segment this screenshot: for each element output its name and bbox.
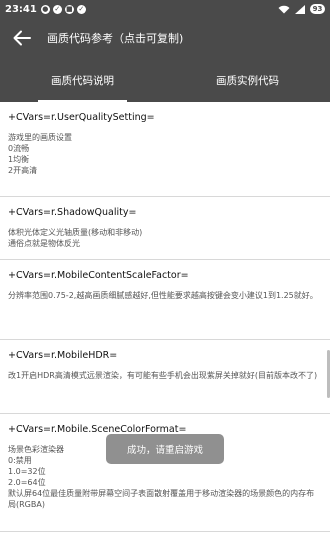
list-item[interactable]: +CVars=r.MobileHDR= 改1开启HDR高清模式远景渲染，有可能有…: [0, 340, 330, 414]
back-button[interactable]: [0, 18, 44, 58]
tab-code-examples[interactable]: 画质实例代码: [165, 58, 330, 102]
cvar-code: +CVars=r.UserQualitySetting=: [8, 112, 155, 123]
list-item[interactable]: +CVars=r.MobileContentScaleFactor= 分辨率范围…: [0, 260, 330, 340]
list-item[interactable]: +CVars=r.ShadowQuality= 体积光体定义光轴质量(移动和非移…: [0, 197, 330, 260]
cvar-description: 体积光体定义光轴质量(移动和非移动) 通俗点就是物体反光: [8, 228, 143, 248]
tab-bar: 画质代码说明 画质实例代码: [0, 58, 330, 102]
app-bar: 画质代码参考（点击可复制): [0, 18, 330, 58]
cvar-code: +CVars=r.MobileHDR=: [8, 350, 118, 361]
notification-icon: ■: [64, 4, 74, 14]
cvar-list[interactable]: +CVars=r.UserQualitySetting= 游戏里的画质设置 0流…: [0, 102, 330, 550]
tab-label: 画质代码说明: [51, 74, 114, 87]
tab-code-description[interactable]: 画质代码说明: [0, 58, 165, 102]
back-arrow-icon: [13, 30, 31, 46]
page-title: 画质代码参考（点击可复制): [47, 32, 184, 45]
cvar-description: 改1开启HDR高清模式远景渲染，有可能有些手机会出现紫屏关掉就好(目前版本改不了…: [8, 371, 318, 380]
notification-icon: ✓: [76, 4, 86, 14]
signal-icon: [295, 4, 305, 14]
cvar-description: 游戏里的画质设置 0流畅 1均衡 2开高清: [8, 133, 72, 175]
battery-icon: 93: [310, 4, 325, 14]
status-time: 23:41: [5, 3, 37, 15]
list-item[interactable]: +CVars=r.Mobile.SceneColorFormat= 场景色彩渲染…: [0, 414, 330, 532]
cvar-description: 分辨率范围0.75-2,越高画质细腻感越好,但性能要求越高按键会变小建议1到1.…: [8, 291, 318, 300]
battery-level: 93: [312, 5, 323, 13]
toast-text: 成功，请重启游戏: [126, 445, 203, 456]
cvar-code: +CVars=r.ShadowQuality=: [8, 207, 137, 218]
notification-icon: ●: [40, 4, 50, 14]
wifi-icon: [278, 5, 290, 13]
tab-label: 画质实例代码: [216, 74, 279, 87]
toast-message: 成功，请重启游戏: [106, 434, 224, 464]
notification-icon: ✓: [52, 4, 62, 14]
status-bar: 23:41 ● ✓ ■ ✓ 93: [0, 0, 330, 18]
cvar-code: +CVars=r.MobileContentScaleFactor=: [8, 270, 189, 281]
list-item[interactable]: +CVars=r.UserQualitySetting= 游戏里的画质设置 0流…: [0, 102, 330, 197]
